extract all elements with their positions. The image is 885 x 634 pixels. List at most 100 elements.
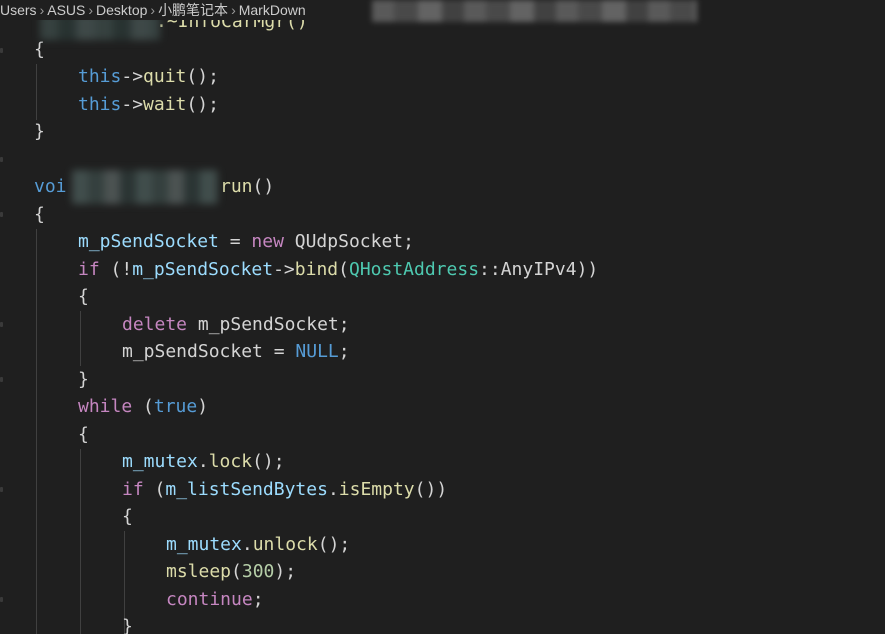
code-line[interactable]: m_pSendSocket = new QUdpSocket; xyxy=(78,228,414,255)
code-token: QUdpSocket; xyxy=(283,231,414,252)
code-token: unlock xyxy=(252,534,318,555)
indent-guide xyxy=(80,311,81,366)
code-token: NULL xyxy=(295,341,339,362)
editor-gutter[interactable] xyxy=(0,0,34,634)
code-token: . xyxy=(241,534,253,555)
chevron-right-icon: › xyxy=(150,2,156,18)
code-token: voi xyxy=(34,176,67,197)
code-token: ( xyxy=(132,396,154,417)
code-line[interactable]: delete m_pSendSocket; xyxy=(122,311,350,338)
code-line[interactable]: } xyxy=(122,613,133,634)
code-line[interactable]: { xyxy=(34,36,45,63)
code-token: m_mutex xyxy=(166,534,242,555)
code-token: lock xyxy=(208,451,253,472)
code-token: ; xyxy=(252,589,264,610)
code-line[interactable]: this->wait(); xyxy=(78,91,219,118)
code-token: new xyxy=(251,231,284,252)
code-line[interactable]: m_pSendSocket = NULL; xyxy=(122,338,350,365)
chevron-right-icon: › xyxy=(39,2,45,18)
code-token: -> xyxy=(121,66,144,87)
code-line[interactable]: this->quit(); xyxy=(78,63,219,90)
code-token: ()) xyxy=(414,479,448,500)
code-line[interactable]: { xyxy=(78,421,89,448)
breadcrumb-item-desktop[interactable]: Desktop xyxy=(96,2,147,18)
code-token: ( xyxy=(143,479,166,500)
code-token: this xyxy=(78,94,122,115)
code-line[interactable]: if (!m_pSendSocket->bind(QHostAddress::A… xyxy=(78,256,598,283)
code-token: { xyxy=(78,286,89,307)
code-token: if xyxy=(78,259,100,280)
code-token: 300 xyxy=(241,561,275,582)
code-token: -> xyxy=(121,94,144,115)
code-token: quit xyxy=(143,66,187,87)
code-token: true xyxy=(153,396,198,417)
code-token: (); xyxy=(186,94,219,115)
breadcrumb-item-users[interactable]: Users xyxy=(0,2,37,18)
code-token: () xyxy=(252,176,275,197)
code-token: m_pSendSocket xyxy=(132,259,274,280)
code-line[interactable]: voi xyxy=(34,173,67,200)
fold-marker[interactable] xyxy=(0,48,3,53)
fold-marker[interactable] xyxy=(0,212,3,217)
fold-marker[interactable] xyxy=(0,487,3,492)
code-editor[interactable]: Users › ASUS › Desktop › 小鹏笔记本 › MarkDown .~Info… xyxy=(0,0,885,634)
fold-marker[interactable] xyxy=(0,157,3,162)
indent-guide xyxy=(36,64,37,120)
indent-guide xyxy=(80,449,81,634)
code-token: ) xyxy=(197,396,209,417)
code-token: m_pSendSocket = xyxy=(122,341,296,362)
code-token: m_pSendSocket; xyxy=(187,314,350,335)
code-token: (! xyxy=(99,259,133,280)
code-token: m_listSendBytes xyxy=(165,479,328,500)
code-token: } xyxy=(122,616,133,634)
code-line[interactable]: { xyxy=(122,503,133,530)
code-token: ); xyxy=(274,561,297,582)
chevron-right-icon: › xyxy=(88,2,94,18)
code-token: ( xyxy=(231,561,242,582)
code-token: = xyxy=(218,231,252,252)
indent-guide xyxy=(36,229,37,634)
code-line[interactable]: if (m_listSendBytes.isEmpty()) xyxy=(122,476,447,503)
code-token: bind xyxy=(294,259,339,280)
code-line[interactable]: { xyxy=(34,201,45,228)
code-token: isEmpty xyxy=(338,479,415,500)
code-token: continue xyxy=(166,589,253,610)
breadcrumb: Users › ASUS › Desktop › 小鹏笔记本 › MarkDown xyxy=(0,0,306,20)
code-line[interactable]: run() xyxy=(220,173,274,200)
breadcrumb-item-markdown[interactable]: MarkDown xyxy=(239,2,306,18)
code-token: wait xyxy=(143,94,187,115)
code-token: while xyxy=(78,396,133,417)
code-token: (); xyxy=(186,66,219,87)
code-token: { xyxy=(34,204,45,225)
fold-marker[interactable] xyxy=(0,377,3,382)
redacted-region xyxy=(72,170,218,204)
code-token: -> xyxy=(273,259,295,280)
code-token: run xyxy=(220,176,253,197)
code-line[interactable]: m_mutex.unlock(); xyxy=(166,531,350,558)
code-token: . xyxy=(197,451,209,472)
fold-marker[interactable] xyxy=(0,322,3,327)
code-token: ( xyxy=(338,259,349,280)
code-token: (); xyxy=(252,451,285,472)
code-token: this xyxy=(78,66,122,87)
code-line[interactable]: } xyxy=(34,118,45,145)
code-token: QHostAddress xyxy=(348,259,480,280)
breadcrumb-item-notebook[interactable]: 小鹏笔记本 xyxy=(158,2,228,18)
code-token: . xyxy=(327,479,339,500)
code-token: delete xyxy=(122,314,188,335)
chevron-right-icon: › xyxy=(231,2,236,18)
code-line[interactable]: { xyxy=(78,283,89,310)
code-token: msleep xyxy=(166,561,232,582)
fold-marker[interactable] xyxy=(0,597,3,602)
code-line[interactable]: msleep(300); xyxy=(166,558,296,585)
code-token: { xyxy=(122,506,133,527)
code-token: } xyxy=(34,121,45,142)
code-line[interactable]: } xyxy=(78,366,89,393)
code-line[interactable]: m_mutex.lock(); xyxy=(122,448,285,475)
code-token: { xyxy=(78,424,89,445)
code-line[interactable]: continue; xyxy=(166,586,264,613)
code-line[interactable]: while (true) xyxy=(78,393,208,420)
code-token: m_mutex xyxy=(122,451,198,472)
code-token: { xyxy=(34,39,45,60)
breadcrumb-item-asus[interactable]: ASUS xyxy=(47,2,85,18)
